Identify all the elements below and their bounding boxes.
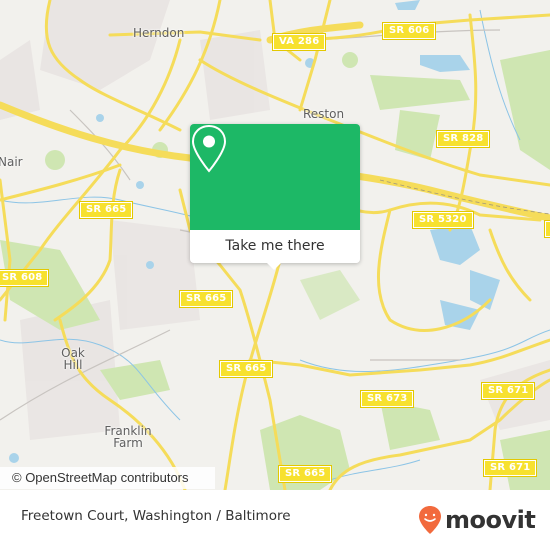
location-title: Freetown Court, Washington / Baltimore [21, 508, 291, 524]
moovit-wordmark: moovit [445, 506, 536, 534]
route-shield: SR 828 [435, 130, 491, 148]
place-label-herndon: Herndon [133, 26, 185, 40]
route-shield: SR 606 [381, 22, 437, 40]
route-shield: SR 608 [0, 269, 50, 287]
route-shield: SR 671 [482, 459, 538, 477]
place-label-nair: Nair [0, 155, 23, 169]
moovit-logo[interactable]: moovit [418, 505, 536, 535]
map-attribution[interactable]: © OpenStreetMap contributors [0, 467, 215, 489]
route-shield: SR 671 [480, 382, 536, 400]
place-label-franklin-farm: Franklin Farm [104, 424, 152, 450]
route-shield: SR 5320 [544, 220, 550, 238]
route-shield: SR 665 [218, 360, 274, 378]
route-shield: SR 665 [277, 465, 333, 483]
location-pin-icon [191, 124, 227, 173]
popup-pointer [267, 263, 281, 270]
map[interactable]: Herndon Reston Nair Oak Hill Franklin Fa… [0, 0, 550, 490]
route-shield: SR 5320 [412, 211, 474, 229]
route-shield: SR 673 [359, 390, 415, 408]
place-label-oak-hill: Oak Hill [61, 346, 85, 372]
location-popup: Take me there [190, 124, 360, 270]
place-label-reston: Reston [303, 107, 345, 121]
take-me-there-button[interactable]: Take me there [190, 230, 360, 263]
route-shield: VA 286 [271, 33, 327, 51]
route-shield: SR 665 [78, 201, 134, 219]
popup-header [190, 124, 360, 230]
moovit-pin-icon [419, 506, 441, 534]
route-shield: SR 665 [178, 290, 234, 308]
